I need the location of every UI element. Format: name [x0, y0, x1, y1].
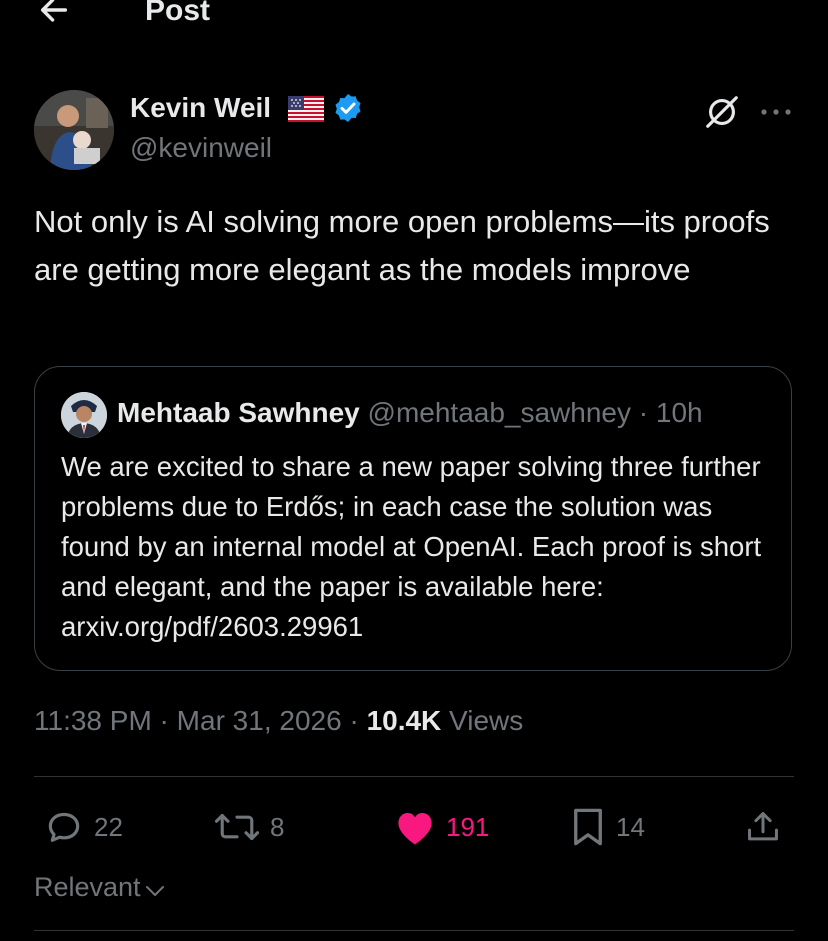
grok-icon [706, 96, 738, 128]
author-name[interactable]: Kevin Weil [130, 92, 271, 124]
bookmark-icon [574, 808, 602, 846]
post-meta: 11:38 PM · Mar 31, 2026 · 10.4K Views [34, 705, 524, 736]
reply-sort-label: Relevant [34, 872, 141, 902]
author-handle[interactable]: @kevinweil [130, 132, 272, 164]
repost-count: 8 [270, 811, 285, 842]
grok-button[interactable] [700, 90, 744, 134]
share-button[interactable] [744, 800, 782, 854]
chevron-down-icon [145, 885, 164, 896]
reply-sort-dropdown[interactable]: Relevant [34, 872, 167, 903]
reply-icon [48, 812, 80, 842]
back-button[interactable] [36, 0, 72, 28]
divider [34, 930, 794, 931]
post-author: Kevin Weil @kevinweil [34, 88, 794, 172]
more-options-button[interactable] [756, 94, 796, 130]
reply-button[interactable]: 22 [44, 800, 123, 854]
post-time[interactable]: 11:38 PM [34, 705, 152, 736]
heart-icon [398, 813, 432, 845]
post-text: Not only is AI solving more open problem… [34, 204, 770, 287]
arrow-left-icon [40, 0, 68, 22]
quoted-text: We are excited to share a new paper solv… [61, 451, 762, 642]
repost-icon [214, 813, 260, 841]
us-flag-icon [288, 96, 324, 122]
page-title: Post [145, 0, 211, 27]
like-count: 191 [446, 811, 490, 842]
views-label: Views [441, 705, 524, 736]
quoted-header: Mehtaab Sawhney @mehtaab_sawhney · 10h [117, 397, 703, 429]
quoted-post[interactable]: Mehtaab Sawhney @mehtaab_sawhney · 10h W… [34, 366, 792, 671]
quoted-time: 10h [655, 397, 703, 428]
top-bar: Post [0, 0, 828, 40]
divider [34, 776, 794, 777]
post-date[interactable]: Mar 31, 2026 [177, 705, 342, 736]
action-bar: 22 8 191 14 [0, 800, 828, 854]
views-count: 10.4K [366, 705, 442, 736]
quoted-author-avatar[interactable] [61, 392, 107, 438]
like-button[interactable]: 191 [394, 800, 489, 854]
reply-count: 22 [94, 811, 123, 842]
more-dots-icon [761, 109, 791, 115]
verified-badge-icon [335, 94, 361, 122]
repost-button[interactable]: 8 [214, 800, 284, 854]
quoted-author-name[interactable]: Mehtaab Sawhney [117, 397, 360, 428]
author-avatar[interactable] [34, 90, 114, 170]
quoted-author-handle: @mehtaab_sawhney · 10h [367, 397, 703, 428]
bookmark-count: 14 [616, 811, 645, 842]
share-icon [748, 812, 778, 841]
bookmark-button[interactable]: 14 [570, 800, 645, 854]
